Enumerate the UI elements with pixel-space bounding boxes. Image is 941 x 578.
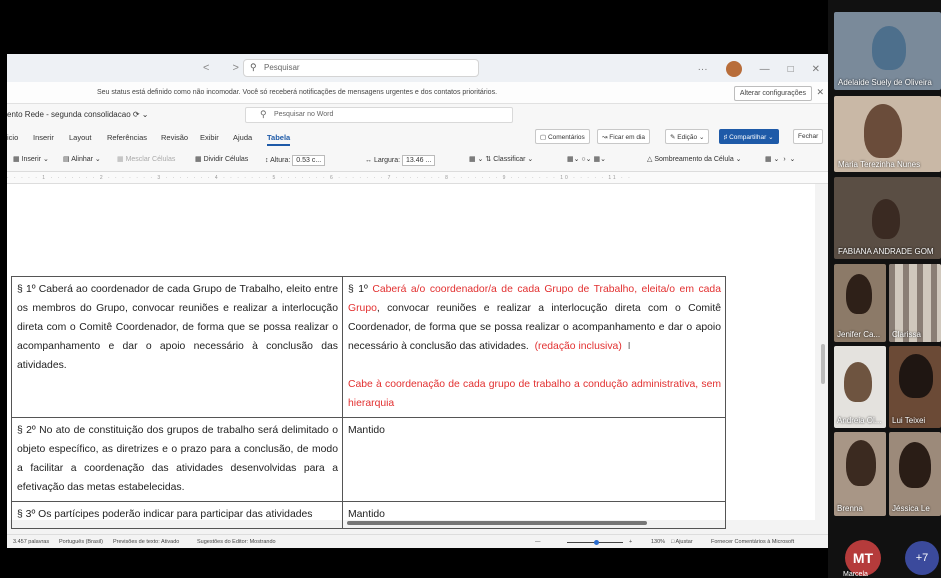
- comments-button[interactable]: ▢ Comentários: [535, 129, 590, 144]
- participant-name: Brenna: [837, 504, 863, 513]
- horizontal-scrollbar[interactable]: [347, 521, 647, 525]
- zoom-handle[interactable]: [594, 540, 599, 545]
- comparison-table: § 1º Caberá ao coordenador de cada Grupo…: [11, 276, 726, 529]
- participant-tile[interactable]: Maria Terezinha Nunes: [834, 96, 941, 172]
- document-bar: ento Rede - segunda consolidacao ⟳ ⌄ ⚲ P…: [7, 104, 828, 126]
- notification-message: Seu status está definido como não incomo…: [97, 89, 498, 96]
- participant-name: Lui Teixei: [892, 416, 926, 425]
- tab-view[interactable]: Exibir: [200, 133, 219, 142]
- participant-tile[interactable]: Jenifer Ca...: [834, 264, 886, 342]
- zoom-in-icon[interactable]: +: [629, 539, 632, 545]
- participant-tile[interactable]: Adelaide Suely de Oliveira: [834, 12, 941, 90]
- notification-bar: Seu status está definido como não incomo…: [7, 82, 828, 104]
- participant-tile[interactable]: Jéssica Le: [889, 432, 941, 516]
- inclusive-tag: (redação inclusiva): [534, 341, 622, 352]
- merge-cells-button[interactable]: ▦ Mesclar Células: [117, 155, 175, 163]
- zoom-level[interactable]: 130%: [651, 539, 665, 545]
- word-search-input[interactable]: ⚲ Pesquisar no Word: [245, 107, 513, 123]
- language-status[interactable]: Português (Brasil): [59, 539, 103, 545]
- tab-help[interactable]: Ajuda: [233, 133, 252, 142]
- top-search-input[interactable]: ⚲ Pesquisar: [243, 59, 479, 77]
- predictions-status[interactable]: Previsões de texto: Ativado: [113, 539, 179, 545]
- added-note: Cabe à coordenação de cada grupo de trab…: [348, 379, 721, 409]
- participants-panel: Adelaide Suely de Oliveira Maria Terezin…: [828, 0, 941, 578]
- insert-button[interactable]: ▦ Inserir ⌄: [13, 155, 49, 163]
- search-icon: ⚲: [260, 109, 267, 119]
- title-bar: < > ⚲ Pesquisar ··· — □ ✕: [7, 54, 828, 82]
- change-settings-button[interactable]: Alterar configurações: [733, 86, 812, 101]
- tab-review[interactable]: Revisão: [161, 133, 188, 142]
- table-cell[interactable]: Mantido: [342, 417, 726, 502]
- participant-tile[interactable]: Brenna: [834, 432, 886, 516]
- sort-button[interactable]: ▦ ⌄ ⇅ Classificar ⌄: [469, 155, 533, 163]
- participant-name: FABIANA ANDRADE GOM: [838, 247, 934, 256]
- table-toolbar: ▦ Inserir ⌄ ▤ Alinhar ⌄ ▦ Mesclar Célula…: [7, 148, 828, 172]
- document-page[interactable]: § 1º Caberá ao coordenador de cada Grupo…: [7, 184, 815, 529]
- more-tools-button[interactable]: ▦ ⌄ › ⌄: [765, 155, 795, 163]
- screen-share: < > ⚲ Pesquisar ··· — □ ✕ Seu status est…: [0, 0, 828, 578]
- ribbon-tabs: icio Inserir Layout Referências Revisão …: [7, 126, 828, 148]
- search-icon: ⚲: [250, 62, 257, 72]
- table-row: § 2º No ato de constituição dos grupos d…: [11, 417, 726, 502]
- editing-button[interactable]: ✎ Edição ⌄: [665, 129, 710, 144]
- restore-icon[interactable]: □: [788, 64, 794, 75]
- more-icon[interactable]: ···: [698, 64, 708, 75]
- table-cell[interactable]: § 1º Caberá ao coordenador de cada Grupo…: [11, 276, 343, 418]
- tab-insert[interactable]: Inserir: [33, 133, 54, 142]
- align-button[interactable]: ▤ Alinhar ⌄: [63, 155, 101, 163]
- feedback-link[interactable]: Fornecer Comentários à Microsoft: [711, 539, 794, 545]
- share-button[interactable]: ♯ Compartilhar ⌄: [719, 129, 779, 144]
- word-count[interactable]: 3.457 palavras: [13, 539, 49, 545]
- window-controls: ··· — □ ✕: [698, 61, 820, 77]
- word-search-placeholder: Pesquisar no Word: [274, 111, 334, 118]
- participant-name: Andreia Ol...: [837, 416, 882, 425]
- ruler[interactable]: · · · · · 1 · · · · · · · 2 · · · · · · …: [7, 172, 828, 184]
- close-icon[interactable]: ✕: [812, 64, 820, 75]
- participant-tile[interactable]: Andreia Ol...: [834, 346, 886, 428]
- document-name[interactable]: ento Rede - segunda consolidacao ⟳ ⌄: [7, 110, 149, 119]
- participant-tile[interactable]: FABIANA ANDRADE GOM: [834, 177, 941, 259]
- minimize-icon[interactable]: —: [760, 64, 770, 75]
- shading-button[interactable]: △ Sombreamento da Célula ⌄: [647, 155, 742, 163]
- dismiss-icon[interactable]: ✕: [816, 87, 824, 98]
- participant-name: Jenifer Ca...: [837, 330, 881, 339]
- table-cell[interactable]: § 1º Caberá a/o coordenador/a de cada Gr…: [342, 276, 726, 418]
- tab-table[interactable]: Tabela: [267, 133, 291, 146]
- height-field[interactable]: ↕ Altura: 0.53 c...: [265, 155, 326, 166]
- fit-button[interactable]: □ Ajustar: [671, 539, 693, 545]
- close-button[interactable]: Fechar: [793, 129, 824, 144]
- vertical-scrollbar[interactable]: [821, 344, 825, 384]
- more-participants-button[interactable]: +7: [905, 541, 939, 575]
- document-canvas: § 1º Caberá ao coordenador de cada Grupo…: [7, 184, 828, 548]
- borders-buttons[interactable]: ▦⌄ ○⌄ ▦⌄: [567, 155, 606, 163]
- participant-name: Clarissa: [892, 330, 921, 339]
- word-window: < > ⚲ Pesquisar ··· — □ ✕ Seu status est…: [7, 54, 828, 548]
- catch-up-button[interactable]: ↝ Ficar em dia: [597, 129, 651, 144]
- table-cell[interactable]: § 2º No ato de constituição dos grupos d…: [11, 417, 343, 502]
- tab-home[interactable]: icio: [7, 133, 18, 142]
- participant-tile[interactable]: Lui Teixei: [889, 346, 941, 428]
- split-cells-button[interactable]: ▦ Dividir Células: [195, 155, 248, 163]
- avatar[interactable]: [725, 61, 742, 77]
- table-cell[interactable]: § 3º Os partícipes poderão indicar para …: [11, 501, 343, 529]
- tab-layout[interactable]: Layout: [69, 133, 92, 142]
- participant-name: Maria Terezinha Nunes: [838, 160, 921, 169]
- table-row: § 1º Caberá ao coordenador de cada Grupo…: [11, 276, 726, 418]
- tab-references[interactable]: Referências: [107, 133, 147, 142]
- width-field[interactable]: ↔ Largura: 13.46 ...: [365, 155, 436, 166]
- participant-name: Adelaide Suely de Oliveira: [838, 78, 932, 87]
- editor-status[interactable]: Sugestões do Editor: Mostrando: [197, 539, 276, 545]
- participant-name: Jéssica Le: [892, 504, 930, 513]
- participant-tile[interactable]: Clarissa: [889, 264, 941, 342]
- status-bar: 3.457 palavras Português (Brasil) Previs…: [7, 534, 828, 548]
- top-search-placeholder: Pesquisar: [264, 63, 300, 72]
- participant-name: Marcela: [843, 571, 868, 578]
- zoom-out-icon[interactable]: —: [535, 539, 541, 545]
- text-cursor-icon: I: [627, 341, 631, 352]
